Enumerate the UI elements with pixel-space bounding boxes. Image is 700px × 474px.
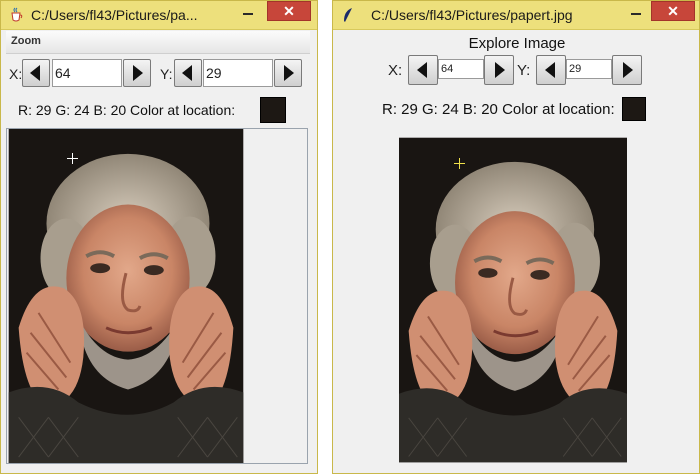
close-button[interactable]: ✕ <box>267 1 311 21</box>
x-coordinate-input[interactable] <box>438 59 484 79</box>
right-arrow-icon <box>133 65 143 81</box>
zoom-window: C:/Users/fl43/Pictures/pa... ✕ Zoom X: Y… <box>0 0 318 474</box>
crosshair-icon <box>454 158 465 169</box>
left-arrow-icon <box>182 65 192 81</box>
y-increment-button[interactable] <box>274 59 302 87</box>
menu-zoom[interactable]: Zoom <box>11 35 41 47</box>
window-title: C:/Users/fl43/Pictures/pa... <box>31 7 198 23</box>
minimize-button[interactable] <box>623 3 649 21</box>
window-title: C:/Users/fl43/Pictures/papert.jpg <box>371 7 573 23</box>
right-arrow-icon <box>495 62 505 78</box>
y-coordinate-input[interactable] <box>203 59 273 87</box>
color-swatch <box>260 97 286 123</box>
left-arrow-icon <box>30 65 40 81</box>
minimize-icon <box>243 13 253 15</box>
y-coordinate-input[interactable] <box>566 59 612 79</box>
color-swatch <box>622 97 646 121</box>
y-label: Y: <box>517 62 531 79</box>
x-decrement-button[interactable] <box>22 59 50 87</box>
zoom-window-titlebar[interactable]: C:/Users/fl43/Pictures/pa... ✕ <box>1 1 317 30</box>
explore-window-titlebar[interactable]: C:/Users/fl43/Pictures/papert.jpg ✕ <box>333 1 699 30</box>
java-cup-icon <box>8 7 24 23</box>
menu-bar: Zoom <box>6 31 310 54</box>
right-arrow-icon <box>284 65 294 81</box>
color-info-text: R: 29 G: 24 B: 20 Color at location: <box>382 101 615 118</box>
close-button[interactable]: ✕ <box>651 1 695 21</box>
minimize-icon <box>631 13 641 15</box>
y-decrement-button[interactable] <box>536 55 566 85</box>
x-label: X: <box>388 62 403 79</box>
y-increment-button[interactable] <box>612 55 642 85</box>
x-coordinate-input[interactable] <box>52 59 122 87</box>
explore-window: C:/Users/fl43/Pictures/papert.jpg ✕ Expl… <box>332 0 700 474</box>
color-info-text: R: 29 G: 24 B: 20 Color at location: <box>18 102 236 118</box>
explore-heading: Explore Image <box>468 35 566 52</box>
x-increment-button[interactable] <box>484 55 514 85</box>
left-arrow-icon <box>545 62 555 78</box>
explore-photo[interactable] <box>399 136 627 464</box>
right-arrow-icon <box>623 62 633 78</box>
crosshair-icon <box>67 153 78 164</box>
zoom-image-panel[interactable] <box>6 128 308 464</box>
x-label: X: <box>9 66 23 82</box>
feather-icon <box>340 7 356 23</box>
minimize-button[interactable] <box>235 3 261 21</box>
x-increment-button[interactable] <box>123 59 151 87</box>
left-arrow-icon <box>417 62 427 78</box>
zoomed-photo[interactable] <box>7 129 245 463</box>
x-decrement-button[interactable] <box>408 55 438 85</box>
y-label: Y: <box>160 66 173 82</box>
y-decrement-button[interactable] <box>174 59 202 87</box>
